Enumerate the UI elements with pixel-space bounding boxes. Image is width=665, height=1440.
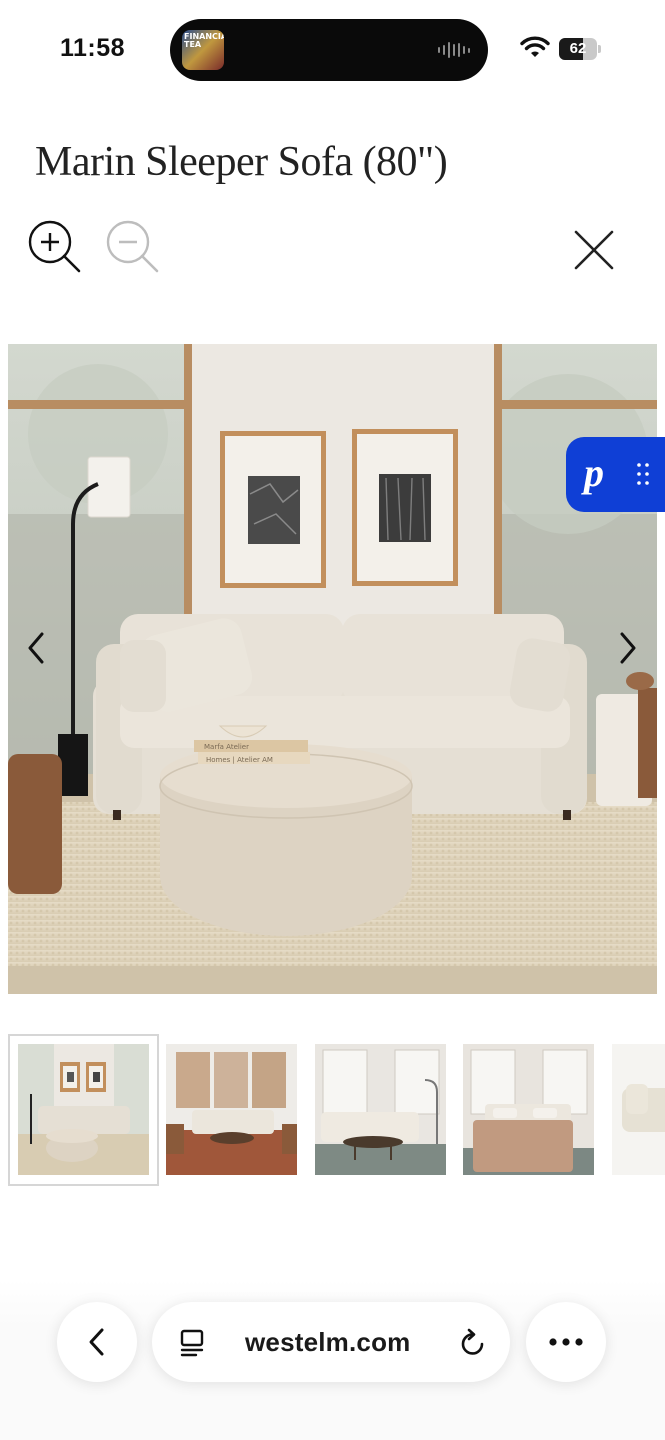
chevron-left-icon (89, 1328, 104, 1356)
thumbnail-image (166, 1044, 297, 1175)
drag-handle-icon[interactable] (636, 462, 650, 486)
audio-waveform-icon (438, 42, 470, 58)
address-bar[interactable]: westelm.com (152, 1302, 510, 1382)
product-title: Marin Sleeper Sofa (80") (35, 139, 448, 185)
close-button[interactable] (570, 226, 618, 274)
thumbnail-3[interactable] (315, 1044, 446, 1175)
status-bar: 11:58 FINANCIAL TEA 62 (0, 0, 665, 100)
thumbnail-4[interactable] (463, 1044, 594, 1175)
more-options-button[interactable] (526, 1302, 606, 1382)
more-icon (549, 1338, 583, 1346)
thumbnail-1[interactable] (18, 1044, 149, 1175)
reload-icon[interactable] (458, 1328, 488, 1358)
zoom-out-icon (106, 220, 159, 273)
thumbnail-5[interactable] (612, 1044, 665, 1175)
url-text: westelm.com (245, 1327, 411, 1357)
zoom-out-button[interactable] (104, 218, 162, 276)
wifi-icon (520, 36, 550, 57)
reader-mode-icon[interactable] (178, 1328, 206, 1358)
thumbnail-image (612, 1044, 665, 1175)
now-playing-art-text: FINANCIAL TEA (184, 32, 224, 49)
book-top-text: Marfa Atelier (204, 743, 249, 751)
now-playing-artwork: FINANCIAL TEA (182, 30, 224, 70)
back-button[interactable] (57, 1302, 137, 1382)
next-image-button[interactable] (610, 618, 644, 678)
battery-level: 62 (569, 40, 587, 57)
chevron-left-icon (28, 632, 44, 664)
battery-indicator: 62 (559, 38, 601, 60)
close-icon (574, 230, 614, 270)
thumbnail-strip[interactable] (0, 1034, 665, 1186)
status-time: 11:58 (60, 34, 126, 62)
previous-image-button[interactable] (20, 618, 54, 678)
main-product-image[interactable]: Marfa Atelier Homes | Atelier AM (8, 344, 657, 994)
book-bottom-text: Homes | Atelier AM (206, 756, 273, 764)
chevron-right-icon (620, 632, 636, 664)
zoom-in-button[interactable] (26, 218, 84, 276)
thumbnail-image (463, 1044, 594, 1175)
thumbnail-2[interactable] (166, 1044, 297, 1175)
living-room-photo: Marfa Atelier Homes | Atelier AM (8, 344, 657, 994)
pinterest-save-button[interactable]: p (566, 437, 665, 512)
thumbnail-image (18, 1044, 149, 1175)
dynamic-island[interactable]: FINANCIAL TEA (170, 19, 488, 81)
zoom-in-icon (28, 220, 81, 273)
thumbnail-image (315, 1044, 446, 1175)
pinterest-icon: p (584, 450, 604, 495)
